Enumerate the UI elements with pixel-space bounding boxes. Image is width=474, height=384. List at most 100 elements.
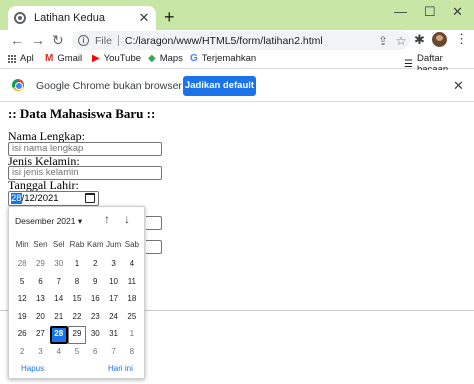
- chrome-icon: [12, 79, 24, 91]
- info-icon[interactable]: i: [78, 35, 89, 46]
- today-button[interactable]: Hari ini: [108, 364, 133, 373]
- share-icon[interactable]: ⇪: [374, 34, 392, 48]
- calendar-day[interactable]: 9: [86, 274, 104, 292]
- calendar-grid: 28 29 30 1 2 3 4 5 6 7 8 9 10 11 12 13 14 15 16 17 18 19 20 21 2…: [13, 256, 141, 361]
- bookmark-label: Terjemahkan: [201, 53, 257, 64]
- calendar-day[interactable]: 28: [13, 256, 31, 274]
- weekday-label: Min: [15, 240, 29, 249]
- calendar-day[interactable]: 20: [31, 309, 49, 327]
- close-window-button[interactable]: ✕: [452, 4, 463, 20]
- birthdate-input[interactable]: 28/12/2021: [8, 191, 99, 206]
- youtube-icon: ▶: [92, 53, 100, 64]
- calendar-day[interactable]: 14: [50, 291, 68, 309]
- browser-tab[interactable]: Latihan Kedua ✕: [8, 6, 156, 30]
- calendar-day[interactable]: 11: [123, 274, 141, 292]
- calendar-day[interactable]: 30: [50, 256, 68, 274]
- form-heading: :: Data Mahasiswa Baru ::: [8, 106, 156, 121]
- bookmark-label: Gmail: [57, 53, 83, 64]
- calendar-day[interactable]: 27: [31, 326, 49, 344]
- bookmark-translate[interactable]: G Terjemahkan: [190, 53, 256, 64]
- new-tab-button[interactable]: +: [164, 7, 175, 27]
- calendar-day[interactable]: 8: [123, 344, 141, 362]
- bookmark-label: Maps: [159, 53, 183, 64]
- reload-button[interactable]: ↻: [52, 31, 64, 49]
- calendar-day[interactable]: 8: [68, 274, 86, 292]
- maps-icon: ◆: [148, 53, 156, 64]
- calendar-day[interactable]: 1: [123, 326, 141, 344]
- calendar-day[interactable]: 12: [13, 291, 31, 309]
- menu-icon[interactable]: ⋮: [455, 31, 468, 47]
- calendar-day[interactable]: 29: [67, 326, 87, 344]
- calendar-day[interactable]: 21: [50, 309, 68, 327]
- calendar-day[interactable]: 13: [31, 291, 49, 309]
- gmail-icon: M: [45, 53, 54, 64]
- calendar-day[interactable]: 26: [13, 326, 31, 344]
- maximize-button[interactable]: ☐: [424, 4, 436, 20]
- tab-title: Latihan Kedua: [34, 12, 105, 24]
- profile-avatar[interactable]: [432, 32, 447, 47]
- calendar-day[interactable]: 1: [68, 256, 86, 274]
- weekday-header: Min Sen Sel Rab Kam Jum Sab: [13, 240, 141, 249]
- calendar-day[interactable]: 10: [104, 274, 122, 292]
- month-year-dropdown[interactable]: Desember 2021 ▾: [15, 216, 82, 227]
- make-default-button[interactable]: Jadikan default: [183, 76, 256, 96]
- input-field-edge[interactable]: [146, 216, 162, 230]
- extensions-icon[interactable]: ✱: [414, 32, 425, 48]
- default-browser-infobar: Google Chrome bukan browser default Jadi…: [0, 70, 474, 102]
- calendar-day[interactable]: 31: [104, 326, 122, 344]
- calendar-day[interactable]: 5: [13, 274, 31, 292]
- calendar-day[interactable]: 4: [50, 344, 68, 362]
- weekday-label: Sab: [124, 240, 139, 249]
- apps-grid-icon: [8, 54, 16, 63]
- weekday-label: Kam: [87, 240, 104, 249]
- calendar-day[interactable]: 24: [104, 309, 122, 327]
- back-button[interactable]: ←: [10, 31, 24, 49]
- date-day-segment[interactable]: 28: [11, 193, 22, 204]
- calendar-day[interactable]: 6: [31, 274, 49, 292]
- forward-button[interactable]: →: [31, 31, 45, 49]
- bookmark-gmail[interactable]: M Gmail: [45, 53, 82, 64]
- calendar-day[interactable]: 22: [68, 309, 86, 327]
- bookmark-youtube[interactable]: ▶ YouTube: [92, 53, 141, 64]
- bookmarks-bar: Apl M Gmail ▶ YouTube ◆ Maps G Terjemahk…: [0, 50, 474, 75]
- tab-close-icon[interactable]: ✕: [138, 10, 150, 26]
- calendar-day[interactable]: 2: [13, 344, 31, 362]
- calendar-day[interactable]: 16: [86, 291, 104, 309]
- address-bar[interactable]: i File C:/laragon/www/HTML5/form/latihan…: [72, 31, 410, 50]
- date-rest-segment[interactable]: /12/2021: [22, 193, 59, 204]
- calendar-day[interactable]: 3: [31, 344, 49, 362]
- weekday-label: Sen: [33, 240, 48, 249]
- url-text[interactable]: C:/laragon/www/HTML5/form/latihan2.html: [125, 35, 374, 47]
- star-icon[interactable]: ☆: [392, 34, 410, 48]
- weekday-label: Rab: [69, 240, 85, 249]
- calendar-day[interactable]: 7: [50, 274, 68, 292]
- bookmark-apps[interactable]: Apl: [8, 53, 34, 64]
- calendar-day[interactable]: 15: [68, 291, 86, 309]
- clear-date-button[interactable]: Hapus: [21, 364, 44, 373]
- calendar-day[interactable]: 4: [123, 256, 141, 274]
- calendar-day[interactable]: 6: [86, 344, 104, 362]
- calendar-day[interactable]: 19: [13, 309, 31, 327]
- bookmark-maps[interactable]: ◆ Maps: [148, 53, 183, 64]
- calendar-day[interactable]: 23: [86, 309, 104, 327]
- infobar-close-icon[interactable]: ✕: [453, 78, 464, 94]
- calendar-day[interactable]: 30: [86, 326, 104, 344]
- input-field-edge[interactable]: [146, 240, 162, 254]
- calendar-day[interactable]: 3: [104, 256, 122, 274]
- calendar-day[interactable]: 25: [123, 309, 141, 327]
- calendar-day[interactable]: 18: [123, 291, 141, 309]
- calendar-day[interactable]: 7: [104, 344, 122, 362]
- weekday-label: Sel: [52, 240, 65, 249]
- reading-list-icon: ☰: [404, 58, 413, 70]
- calendar-day[interactable]: 5: [68, 344, 86, 362]
- minimize-button[interactable]: —: [394, 4, 407, 19]
- calendar-day[interactable]: 28: [49, 326, 68, 344]
- calendar-day[interactable]: 29: [31, 256, 49, 274]
- prev-month-arrow-icon[interactable]: ↑: [104, 212, 110, 226]
- calendar-day[interactable]: 2: [86, 256, 104, 274]
- weekday-label: Jum: [106, 240, 122, 249]
- security-label: File: [95, 34, 112, 47]
- calendar-day[interactable]: 17: [104, 291, 122, 309]
- calendar-icon[interactable]: [85, 193, 95, 203]
- next-month-arrow-icon[interactable]: ↓: [124, 212, 130, 226]
